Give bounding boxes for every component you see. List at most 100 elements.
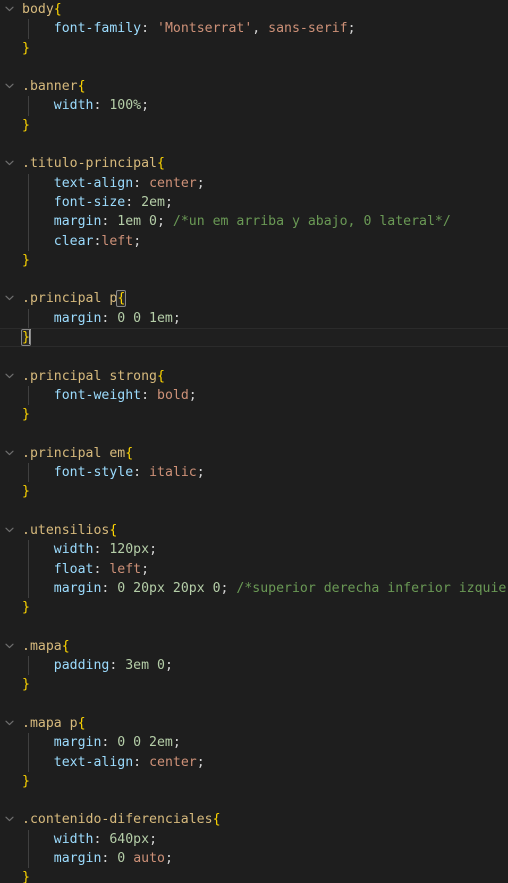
code-line[interactable]: .banner{ <box>0 77 508 96</box>
chevron-down-icon[interactable] <box>2 637 16 656</box>
chevron-down-icon[interactable] <box>2 810 16 829</box>
code-line[interactable]: .titulo-principal{ <box>0 154 508 173</box>
chevron-down-icon[interactable] <box>2 289 16 308</box>
code-line[interactable]: float: left; <box>0 559 508 579</box>
code-line[interactable]: width: 120px; <box>0 540 508 560</box>
code-line[interactable]: .contenido-diferenciales{ <box>0 810 508 829</box>
code-token: ; <box>133 233 142 249</box>
code-line[interactable]: } <box>0 251 508 270</box>
chevron-down-icon[interactable] <box>2 154 16 173</box>
code-line[interactable]: body{ <box>0 0 508 19</box>
code-line[interactable]: } <box>0 675 508 694</box>
code-token: ; <box>188 387 197 403</box>
code-line[interactable]: } <box>0 116 508 135</box>
code-line[interactable]: font-family: 'Montserrat', sans-serif; <box>0 19 508 39</box>
code-token: : <box>93 542 110 558</box>
code-token: 3em 0 <box>125 658 165 674</box>
code-line[interactable]: width: 100%; <box>0 96 508 116</box>
code-token: { <box>61 638 70 654</box>
code-line[interactable]: text-align: center; <box>0 173 508 193</box>
code-token: ; <box>347 21 356 37</box>
code-line[interactable]: .utensilios{ <box>0 521 508 540</box>
chevron-down-icon[interactable] <box>2 444 16 463</box>
code-token: : <box>109 658 126 674</box>
code-line[interactable]: .principal strong{ <box>0 367 508 386</box>
code-line[interactable] <box>0 425 508 444</box>
code-token: clear <box>53 233 94 249</box>
code-line[interactable] <box>0 618 508 637</box>
code-line[interactable]: margin: 0 0 1em; <box>0 308 508 329</box>
code-line[interactable]: margin: 0 auto; <box>0 849 508 869</box>
chevron-down-icon[interactable] <box>2 714 16 733</box>
code-token: { <box>53 2 62 17</box>
code-line[interactable]: .principal p{ <box>0 289 508 308</box>
code-token: margin <box>53 851 102 867</box>
code-line[interactable]: } <box>0 772 508 791</box>
code-line[interactable]: } <box>0 405 508 424</box>
code-line[interactable]: font-size: 2em; <box>0 192 508 213</box>
code-token: /*un em arriba y abajo, 0 lateral*/ <box>172 214 451 230</box>
code-token: { <box>109 523 118 539</box>
code-line[interactable]: font-weight: bold; <box>0 385 508 406</box>
code-line[interactable]: text-align: center; <box>0 752 508 772</box>
code-line[interactable]: .mapa{ <box>0 637 508 656</box>
code-line[interactable] <box>0 695 508 714</box>
code-token: .principal <box>22 368 102 384</box>
code-line[interactable] <box>0 58 508 77</box>
code-token: : <box>101 214 118 230</box>
code-line[interactable]: margin: 1em 0; /*un em arriba y abajo, 0… <box>0 212 508 232</box>
chevron-down-icon[interactable] <box>2 77 16 96</box>
code-token: font-style <box>53 465 134 481</box>
code-token: .utensilios <box>22 523 110 539</box>
code-line[interactable] <box>0 791 508 810</box>
code-line[interactable] <box>0 270 508 289</box>
code-line[interactable]: .principal em{ <box>0 444 508 463</box>
code-token: font-weight <box>53 387 142 403</box>
code-line[interactable]: margin: 0 20px 20px 0; /*superior derech… <box>0 578 508 599</box>
code-token: ; <box>164 658 173 674</box>
chevron-down-icon[interactable] <box>2 0 16 19</box>
code-line[interactable]: } <box>0 482 508 501</box>
indent-guide <box>28 19 29 39</box>
chevron-down-icon[interactable] <box>2 521 16 540</box>
code-line[interactable]: } <box>0 598 508 617</box>
code-line[interactable] <box>0 347 508 366</box>
code-token: .principal <box>22 445 102 461</box>
code-line[interactable]: .mapa p{ <box>0 714 508 733</box>
code-token: sans-serif <box>268 21 348 37</box>
code-token: center <box>149 175 197 191</box>
code-token: { <box>125 445 134 461</box>
code-line[interactable]: width: 640px; <box>0 829 508 850</box>
code-line[interactable]: } <box>0 868 508 883</box>
code-token: } <box>22 600 30 616</box>
code-token: ; <box>164 194 173 210</box>
code-token: .mapa <box>22 638 62 654</box>
code-line[interactable] <box>0 502 508 521</box>
indent-guide <box>28 578 29 599</box>
code-line[interactable]: clear:left; <box>0 231 508 251</box>
code-line[interactable] <box>0 135 508 154</box>
code-token: em <box>109 445 126 461</box>
code-token: { <box>212 812 221 828</box>
code-token: { <box>116 290 127 308</box>
code-token: margin <box>53 580 102 596</box>
code-line[interactable]: } <box>0 39 508 58</box>
code-line[interactable]: margin: 0 0 2em; <box>0 733 508 753</box>
chevron-down-icon[interactable] <box>2 367 16 386</box>
code-line[interactable]: font-style: italic; <box>0 463 508 483</box>
code-editor-viewport[interactable]: body{ font-family: 'Montserrat', sans-se… <box>0 0 508 883</box>
code-line[interactable]: } <box>0 328 508 348</box>
code-line[interactable]: padding: 3em 0; <box>0 656 508 676</box>
indent-guide <box>28 231 29 251</box>
